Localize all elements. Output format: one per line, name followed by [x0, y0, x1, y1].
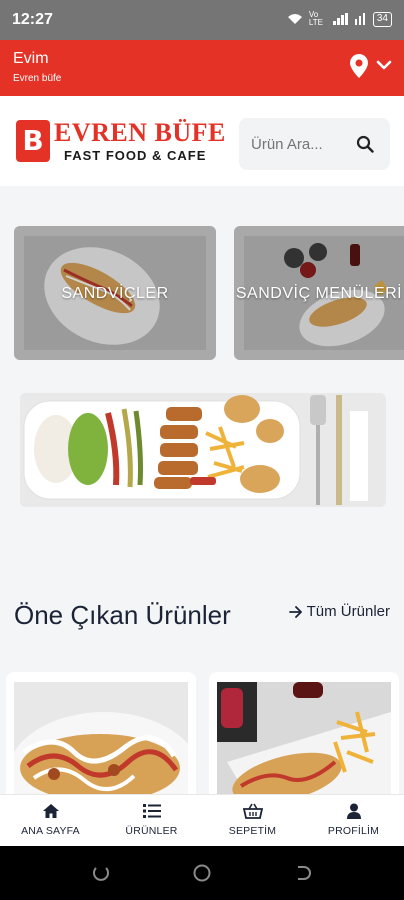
status-icons: Vo LTE 34: [287, 11, 392, 27]
address-subtitle: Evren büfe: [13, 73, 62, 84]
status-bar: 12:27 Vo LTE 34: [0, 0, 404, 40]
nav-label: SEPETİM: [228, 825, 277, 837]
nav-item-basket[interactable]: SEPETİM: [202, 795, 303, 846]
category-card-sandwich-menus[interactable]: SANDVİÇ MENÜLERİ: [234, 226, 404, 360]
chevron-down-icon[interactable]: [376, 60, 392, 70]
user-icon: [346, 803, 361, 819]
category-card-sandwiches[interactable]: SANDVİÇLER: [14, 226, 216, 360]
search-icon[interactable]: [356, 135, 374, 153]
nav-item-profile[interactable]: PROFİLİM: [303, 795, 404, 846]
logo-emblem: B: [16, 120, 50, 162]
product-card[interactable]: [6, 672, 196, 812]
nav-item-products[interactable]: ÜRÜNLER: [101, 795, 202, 846]
status-time: 12:27: [12, 11, 53, 28]
bottom-navigation: ANA SAYFA ÜRÜNLER SEPETİM PROFİLİM: [0, 794, 404, 846]
promo-banner[interactable]: [20, 393, 386, 507]
brand-tagline: FAST FOOD & CAFE: [64, 148, 207, 163]
home-icon: [42, 804, 59, 818]
back-icon[interactable]: [294, 864, 312, 882]
search-box[interactable]: [239, 118, 390, 170]
battery-icon: 34: [372, 11, 392, 27]
category-label: SANDVİÇ MENÜLERİ: [235, 285, 403, 302]
wifi-icon: [287, 14, 302, 24]
product-card[interactable]: [209, 672, 399, 812]
recents-icon[interactable]: [92, 864, 110, 882]
brand-name: EVREN BÜFE: [54, 118, 226, 147]
home-button-icon[interactable]: [193, 864, 211, 882]
brand-logo[interactable]: B EVREN BÜFE FAST FOOD & CAFE: [16, 118, 226, 164]
all-products-label: Tüm Ürünler: [306, 603, 390, 620]
signal-icon-2: [354, 13, 365, 25]
network-label: Vo LTE: [308, 10, 323, 27]
location-pin-icon[interactable]: [350, 54, 368, 78]
system-navigation-bar: [0, 846, 404, 900]
signal-icon: [332, 13, 348, 25]
search-input[interactable]: [251, 132, 351, 156]
category-label: SANDVİÇLER: [61, 285, 169, 302]
all-products-link[interactable]: Tüm Ürünler: [288, 603, 390, 620]
arrow-right-icon: [288, 605, 302, 618]
product-image: [217, 682, 391, 812]
basket-icon: [242, 803, 263, 819]
nav-label: ÜRÜNLER: [125, 825, 178, 837]
banner-image: [20, 393, 386, 507]
delivery-address-bar[interactable]: Evim Evren büfe: [0, 40, 404, 96]
nav-label: PROFİLİM: [327, 825, 380, 837]
nav-item-home[interactable]: ANA SAYFA: [0, 795, 101, 846]
featured-section-title: Öne Çıkan Ürünler: [14, 600, 231, 630]
product-image: [14, 682, 188, 812]
address-title: Evim: [13, 50, 49, 67]
app-header: B EVREN BÜFE FAST FOOD & CAFE: [0, 96, 404, 186]
nav-label: ANA SAYFA: [21, 825, 80, 837]
list-icon: [142, 804, 161, 818]
